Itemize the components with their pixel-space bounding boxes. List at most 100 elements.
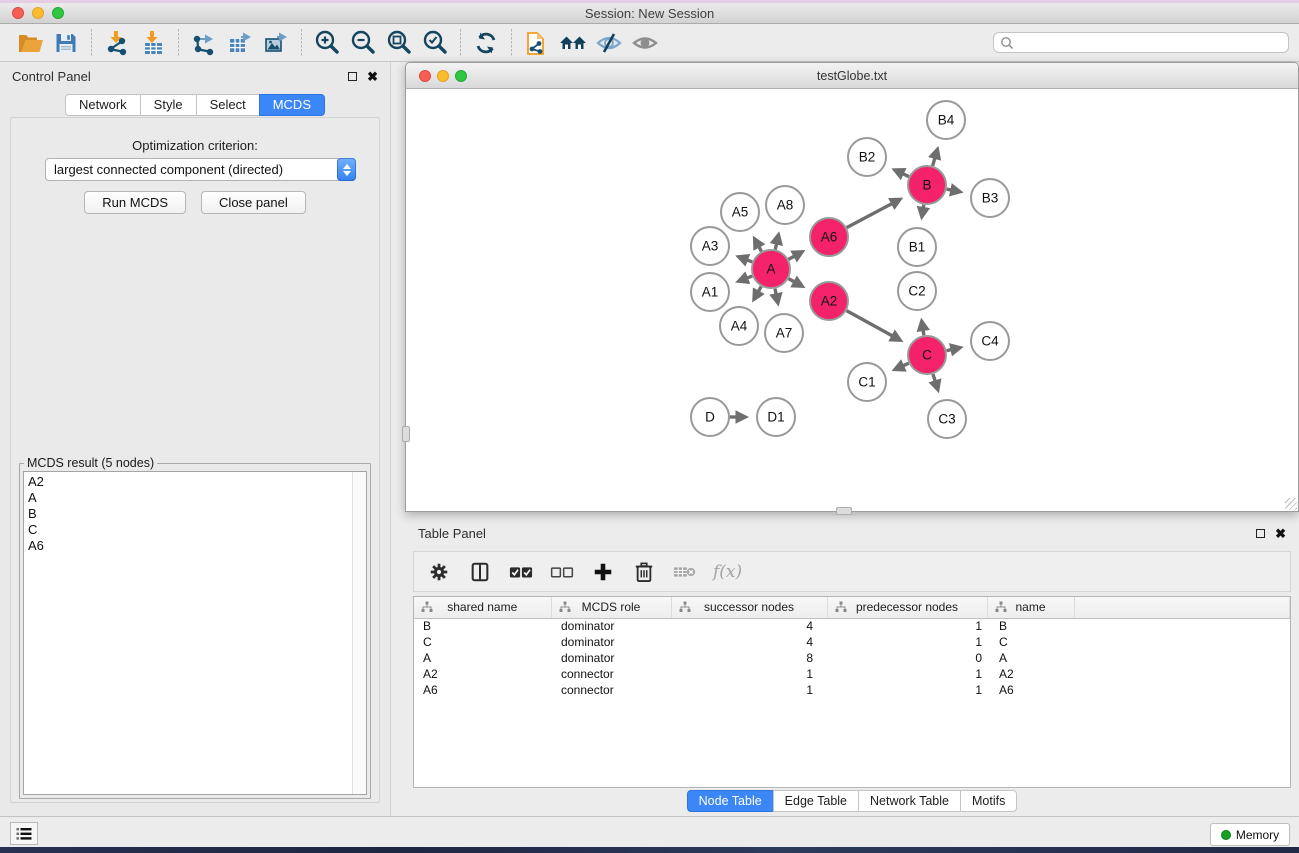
first-neighbors-button[interactable] xyxy=(557,27,589,59)
list-icon xyxy=(16,827,32,841)
result-scrollbar[interactable] xyxy=(352,472,366,794)
column-header-successor-nodes[interactable]: successor nodes xyxy=(671,597,827,618)
import-network-from-file-button[interactable] xyxy=(101,27,133,59)
graph-edge-A-A5 xyxy=(755,239,762,251)
graph-node-C3[interactable]: C3 xyxy=(928,400,966,438)
graph-edge-B-B2 xyxy=(895,170,909,176)
table-row[interactable]: Bdominator41B xyxy=(414,618,1290,634)
table-settings-button[interactable] xyxy=(426,559,452,585)
zoom-selected-button[interactable] xyxy=(419,27,451,59)
graph-node-B1[interactable]: B1 xyxy=(898,228,936,266)
graph-node-C2[interactable]: C2 xyxy=(898,272,936,310)
search-input[interactable] xyxy=(1019,36,1282,50)
network-view[interactable]: B4 B2 B B3 A8A5 A6 A3 B1 A C2 A1 A2 A4A7 C4 C C1 C3 D D1 xyxy=(406,89,1298,511)
mcds-result-item[interactable]: A2 xyxy=(28,474,366,490)
mcds-result-box: MCDS result (5 nodes) A2ABCA6 xyxy=(19,456,371,799)
function-builder-button[interactable]: f(x) xyxy=(713,562,742,582)
column-visibility-button[interactable] xyxy=(467,559,493,585)
graph-edge-A-A1 xyxy=(739,276,752,281)
graph-node-A2[interactable]: A2 xyxy=(810,282,848,320)
table-panel-title: Table Panel xyxy=(418,526,486,541)
zoom-out-button[interactable] xyxy=(347,27,379,59)
graph-node-A[interactable]: A xyxy=(752,250,790,288)
tab-network-table[interactable]: Network Table xyxy=(858,790,961,812)
graph-node-A4[interactable]: A4 xyxy=(720,307,758,345)
table-row[interactable]: A6connector11A6 xyxy=(414,682,1290,698)
tab-mcds[interactable]: MCDS xyxy=(259,94,325,116)
graph-node-A5[interactable]: A5 xyxy=(721,193,759,231)
add-column-button[interactable] xyxy=(590,559,616,585)
splitter-grip-bottom[interactable] xyxy=(836,507,852,515)
hide-selected-button[interactable] xyxy=(593,27,625,59)
mcds-result-item[interactable]: C xyxy=(28,522,366,538)
window-resize-grip[interactable] xyxy=(1285,498,1297,510)
new-network-from-selection-button[interactable] xyxy=(521,27,553,59)
tab-select[interactable]: Select xyxy=(196,94,260,116)
svg-text:B3: B3 xyxy=(982,191,999,206)
search-field[interactable] xyxy=(993,32,1289,53)
graph-node-B2[interactable]: B2 xyxy=(848,138,886,176)
table-row[interactable]: Cdominator41C xyxy=(414,634,1290,650)
task-history-button[interactable] xyxy=(10,822,38,845)
memory-button[interactable]: Memory xyxy=(1210,823,1290,846)
float-table-panel-icon[interactable] xyxy=(1256,529,1265,538)
tab-style[interactable]: Style xyxy=(140,94,197,116)
svg-text:D: D xyxy=(705,410,715,425)
select-all-button[interactable] xyxy=(508,559,534,585)
column-header-shared-name[interactable]: shared name xyxy=(414,597,551,618)
graph-node-A8[interactable]: A8 xyxy=(766,186,804,224)
tab-motifs[interactable]: Motifs xyxy=(960,790,1017,812)
network-graph[interactable]: B4 B2 B B3 A8A5 A6 A3 B1 A C2 A1 A2 A4A7 C4 C C1 C3 D D1 xyxy=(406,89,1298,511)
memory-label: Memory xyxy=(1236,828,1279,842)
table-row[interactable]: Adominator80A xyxy=(414,650,1290,666)
delete-columns-button[interactable] xyxy=(631,559,657,585)
column-header-MCDS-role[interactable]: MCDS role xyxy=(551,597,671,618)
mcds-result-item[interactable]: A6 xyxy=(28,538,366,554)
tab-network[interactable]: Network xyxy=(65,94,141,116)
zoom-fit-content-button[interactable] xyxy=(383,27,415,59)
graph-node-B4[interactable]: B4 xyxy=(927,101,965,139)
zoom-in-button[interactable] xyxy=(311,27,343,59)
mcds-result-item[interactable]: A xyxy=(28,490,366,506)
column-header-name[interactable]: name xyxy=(987,597,1074,618)
node-table-container[interactable]: shared nameMCDS rolesuccessor nodesprede… xyxy=(413,596,1291,788)
float-panel-icon[interactable] xyxy=(348,72,357,81)
export-table-button[interactable] xyxy=(224,27,256,59)
svg-text:D1: D1 xyxy=(767,410,784,425)
mcds-result-item[interactable]: B xyxy=(28,506,366,522)
graph-node-C1[interactable]: C1 xyxy=(848,363,886,401)
close-panel-icon[interactable]: ✖ xyxy=(367,72,378,81)
table-row[interactable]: A2connector11A2 xyxy=(414,666,1290,682)
network-window-titlebar[interactable]: testGlobe.txt xyxy=(406,63,1298,89)
graph-node-B[interactable]: B xyxy=(908,166,946,204)
graph-node-B3[interactable]: B3 xyxy=(971,179,1009,217)
deselect-all-button[interactable] xyxy=(549,559,575,585)
show-all-button[interactable] xyxy=(629,27,661,59)
graph-node-A3[interactable]: A3 xyxy=(691,227,729,265)
column-header-predecessor-nodes[interactable]: predecessor nodes xyxy=(827,597,987,618)
graph-edge-A2-C xyxy=(847,311,900,340)
mcds-panel: Optimization criterion: largest connecte… xyxy=(10,117,380,803)
export-image-button[interactable] xyxy=(260,27,292,59)
run-mcds-button[interactable]: Run MCDS xyxy=(84,191,186,214)
tab-node-table[interactable]: Node Table xyxy=(687,790,774,812)
mcds-result-list[interactable]: A2ABCA6 xyxy=(24,472,366,554)
graph-node-A7[interactable]: A7 xyxy=(765,314,803,352)
close-panel-button[interactable]: Close panel xyxy=(201,191,306,214)
graph-node-D1[interactable]: D1 xyxy=(757,398,795,436)
graph-node-C[interactable]: C xyxy=(908,336,946,374)
graph-node-D[interactable]: D xyxy=(691,398,729,436)
graph-node-C4[interactable]: C4 xyxy=(971,322,1009,360)
import-table-from-file-button[interactable] xyxy=(137,27,169,59)
open-session-button[interactable] xyxy=(14,27,46,59)
graph-node-A1[interactable]: A1 xyxy=(691,273,729,311)
export-network-button[interactable] xyxy=(188,27,220,59)
criterion-dropdown[interactable]: largest connected component (directed) xyxy=(45,158,356,181)
tab-edge-table[interactable]: Edge Table xyxy=(773,790,859,812)
splitter-grip-left[interactable] xyxy=(402,426,410,442)
refresh-button[interactable] xyxy=(470,27,502,59)
delete-table-button[interactable] xyxy=(672,559,698,585)
close-table-panel-icon[interactable]: ✖ xyxy=(1275,529,1286,538)
save-session-button[interactable] xyxy=(50,27,82,59)
graph-node-A6[interactable]: A6 xyxy=(810,218,848,256)
